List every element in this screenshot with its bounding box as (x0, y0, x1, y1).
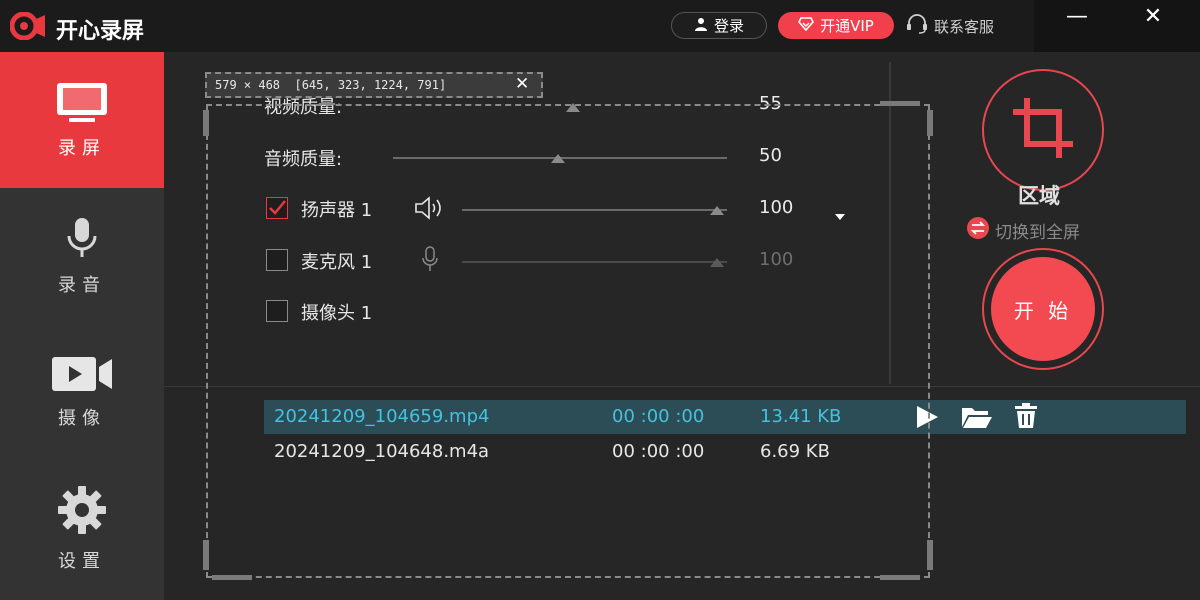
login-label: 登录 (713, 17, 744, 35)
sidebar-item-label: 录屏 (58, 137, 106, 159)
sidebar-item-label: 摄像 (58, 407, 106, 429)
monitor-icon (55, 81, 109, 128)
selection-dimensions: 579 × 468 [645, 323, 1224, 791] (215, 78, 447, 92)
title-bar (0, 0, 1200, 52)
sidebar-item-settings[interactable]: 设置 (0, 460, 164, 596)
vip-button[interactable]: 开通VIP (778, 12, 894, 39)
minimize-button[interactable]: — (1062, 4, 1092, 38)
sidebar-item-screen-record[interactable]: 录屏 (0, 52, 164, 188)
close-button[interactable]: ✕ (1138, 4, 1168, 38)
contact-service-link[interactable]: 联系客服 (906, 14, 994, 38)
user-icon (694, 17, 708, 35)
region-label: 区域 (1018, 184, 1060, 208)
sidebar-item-label: 设置 (58, 550, 106, 572)
diamond-icon (798, 16, 815, 35)
resize-handle-top-right[interactable] (880, 101, 920, 106)
crop-icon (1009, 94, 1077, 166)
headset-icon (906, 14, 928, 38)
contact-service-label: 联系客服 (934, 17, 995, 36)
app-title: 开心录屏 (56, 19, 145, 44)
app-logo-icon (9, 11, 46, 41)
window-controls (1034, 0, 1200, 52)
sidebar-item-audio-record[interactable]: 录音 (0, 188, 164, 324)
swap-icon (966, 216, 990, 245)
switch-fullscreen-label: 切换到全屏 (995, 223, 1080, 243)
selection-close-icon[interactable]: ✕ (515, 74, 529, 94)
start-record-button[interactable]: 开 始 (982, 248, 1104, 370)
open-folder-icon[interactable] (961, 405, 993, 434)
login-button[interactable]: 登录 (671, 12, 767, 39)
switch-fullscreen-link[interactable]: 切换到全屏 (966, 216, 1080, 245)
microphone-icon (65, 216, 99, 265)
trash-icon[interactable] (1014, 403, 1038, 434)
start-label: 开 始 (991, 257, 1095, 361)
resize-handle-bottom-left[interactable] (212, 575, 252, 580)
resize-handle-bottom-right[interactable] (880, 575, 920, 580)
selection-dimensions-box: 579 × 468 [645, 323, 1224, 791] (205, 72, 543, 98)
sidebar-item-label: 录音 (58, 274, 106, 296)
sidebar: 录屏 录音 摄像 设置 (0, 52, 164, 600)
region-select-button[interactable] (982, 69, 1104, 191)
resize-handle-left-top[interactable] (203, 110, 209, 136)
vip-label: 开通VIP (820, 17, 874, 35)
sidebar-item-camera[interactable]: 摄像 (0, 324, 164, 460)
gear-icon (56, 484, 108, 541)
resize-handle-left-bottom[interactable] (203, 540, 209, 570)
resize-handle-right-top[interactable] (927, 110, 933, 136)
resize-handle-right-bottom[interactable] (927, 540, 933, 570)
capture-selection-rectangle[interactable] (206, 104, 930, 578)
video-camera-icon (51, 355, 113, 398)
